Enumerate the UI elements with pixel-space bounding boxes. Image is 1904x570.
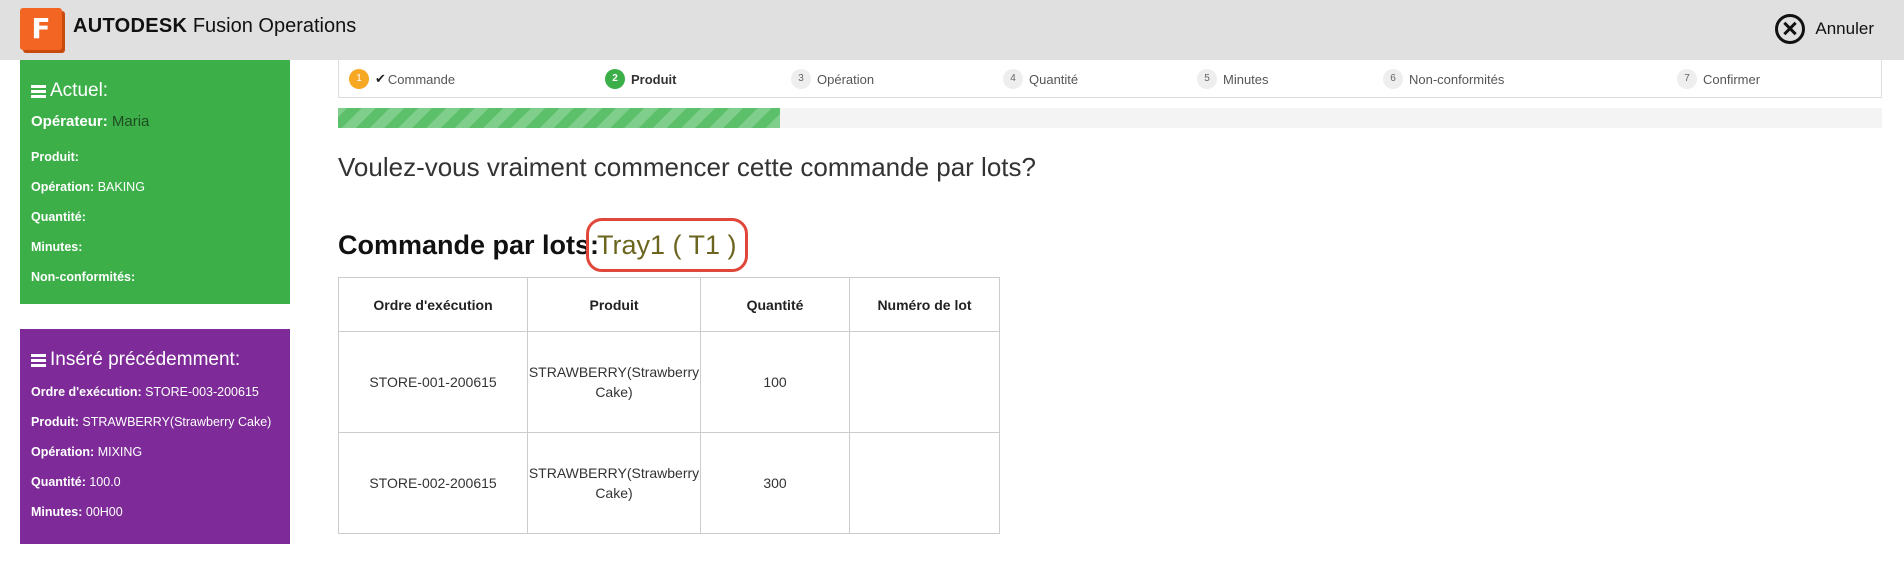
previous-quantity-label: Quantité: (31, 475, 86, 489)
fusion-logo-icon: F (20, 8, 62, 50)
orders-table: Ordre d'exécution Produit Quantité Numér… (338, 277, 1000, 534)
step-label: Minutes (1223, 71, 1269, 87)
step-non-conformites[interactable]: 6 Non-conformités (1383, 60, 1504, 98)
confirmation-question: Voulez-vous vraiment commencer cette com… (338, 152, 1036, 182)
step-number: 3 (791, 69, 811, 89)
progress-bar (338, 108, 1882, 128)
order-cell: STORE-001-200615 (338, 331, 528, 433)
progress-fill (338, 108, 780, 128)
current-quantity-label: Quantité: (31, 210, 86, 224)
previous-product-row: Produit: STRAWBERRY(Strawberry Cake) (31, 407, 279, 437)
step-quantite[interactable]: 4 Quantité (1003, 60, 1078, 98)
order-cell: STORE-002-200615 (338, 432, 528, 534)
previous-operation-label: Opération: (31, 445, 95, 459)
previous-quantity-row: Quantité: 100.0 (31, 467, 279, 497)
column-header: Quantité (700, 277, 850, 332)
step-label: Opération (817, 71, 875, 87)
column-header: Ordre d'exécution (338, 277, 528, 332)
cancel-label: Annuler (1815, 19, 1874, 38)
column-header: Produit (527, 277, 701, 332)
step-confirmer[interactable]: 7 Confirmer (1677, 60, 1760, 98)
step-number: 6 (1383, 69, 1403, 89)
step-number: 7 (1677, 69, 1697, 89)
previous-panel-title: Inséré précédemment: (31, 349, 279, 371)
previous-order-row: Ordre d'exécution: STORE-003-200615 (31, 377, 279, 407)
step-number: 5 (1197, 69, 1217, 89)
step-number: 4 (1003, 69, 1023, 89)
step-operation[interactable]: 3 Opération (791, 60, 874, 98)
lot-number-cell (849, 432, 1000, 534)
current-operation-row: Opération: BAKING (31, 172, 279, 202)
menu-icon (31, 354, 46, 367)
previous-panel: Inséré précédemment: Ordre d'exécution: … (20, 329, 290, 544)
batch-order-value: Tray1 ( T1 ) (586, 218, 748, 272)
current-panel-title: Actuel: (31, 80, 279, 102)
table-row: STORE-001-200615 STRAWBERRY(Strawberry C… (338, 331, 1000, 433)
step-label: Produit (631, 71, 677, 87)
step-label: Quantité (1029, 71, 1079, 87)
operator-row: Opérateur: Maria (31, 108, 279, 142)
previous-order-label: Ordre d'exécution: (31, 385, 142, 399)
batch-order-label: Commande par lots: (338, 230, 600, 260)
table-header-row: Ordre d'exécution Produit Quantité Numér… (338, 277, 1000, 332)
quantity-cell: 300 (700, 432, 850, 534)
previous-title-text: Inséré précédemment: (50, 349, 241, 370)
product-cell: STRAWBERRY(Strawberry Cake) (527, 432, 701, 534)
operator-label: Opérateur: (31, 113, 108, 130)
previous-minutes-label: Minutes: (31, 505, 83, 519)
table-row: STORE-002-200615 STRAWBERRY(Strawberry C… (338, 432, 1000, 534)
step-label: Commande (387, 71, 456, 87)
current-quantity-row: Quantité: (31, 202, 279, 232)
step-label: Non-conformités (1409, 71, 1505, 87)
brand-bold: AUTODESK (73, 15, 188, 37)
top-bar: F AUTODESK Fusion Operations Annuler (0, 0, 1904, 60)
logo-letter: F (31, 12, 51, 45)
step-commande[interactable]: 1 ✔ Commande (349, 60, 455, 98)
current-nonconformities-label: Non-conformités: (31, 270, 136, 284)
step-label: Confirmer (1703, 71, 1761, 87)
step-number: 1 (349, 69, 369, 89)
current-product-row: Produit: (31, 142, 279, 172)
wizard-steps: 1 ✔ Commande 2 Produit 3 Opération 4 Quantité… (338, 60, 1882, 98)
column-header: Numéro de lot (849, 277, 1000, 332)
previous-operation-row: Opération: MIXING (31, 437, 279, 467)
previous-quantity-value: 100.0 (89, 475, 121, 489)
product-cell: STRAWBERRY(Strawberry Cake) (527, 331, 701, 433)
step-minutes[interactable]: 5 Minutes (1197, 60, 1269, 98)
current-panel: Actuel: Opérateur: Maria Produit: Opérat… (20, 60, 290, 304)
previous-product-label: Produit: (31, 415, 79, 429)
step-number: 2 (605, 69, 625, 89)
previous-product-value: STRAWBERRY(Strawberry Cake) (82, 415, 272, 429)
step-produit[interactable]: 2 Produit (605, 60, 677, 98)
current-minutes-row: Minutes: (31, 232, 279, 262)
previous-order-value: STORE-003-200615 (145, 385, 259, 399)
previous-operation-value: MIXING (97, 445, 143, 459)
check-icon: ✔ (375, 71, 386, 86)
current-nonconformities-row: Non-conformités: (31, 262, 279, 292)
current-operation-label: Opération: (31, 180, 95, 194)
app-title: AUTODESK Fusion Operations (73, 15, 356, 38)
brand-rest: Fusion Operations (187, 15, 357, 37)
previous-minutes-value: 00H00 (85, 505, 123, 519)
current-operation-value: BAKING (97, 180, 145, 194)
previous-minutes-row: Minutes: 00H00 (31, 497, 279, 527)
lot-number-cell (849, 331, 1000, 433)
current-minutes-label: Minutes: (31, 240, 83, 254)
close-circle-icon (1775, 14, 1806, 44)
current-title-text: Actuel: (50, 80, 109, 101)
cancel-button[interactable]: Annuler (1775, 14, 1874, 44)
operator-value: Maria (111, 113, 150, 130)
current-product-label: Produit: (31, 150, 79, 164)
menu-icon (31, 85, 46, 98)
quantity-cell: 100 (700, 331, 850, 433)
